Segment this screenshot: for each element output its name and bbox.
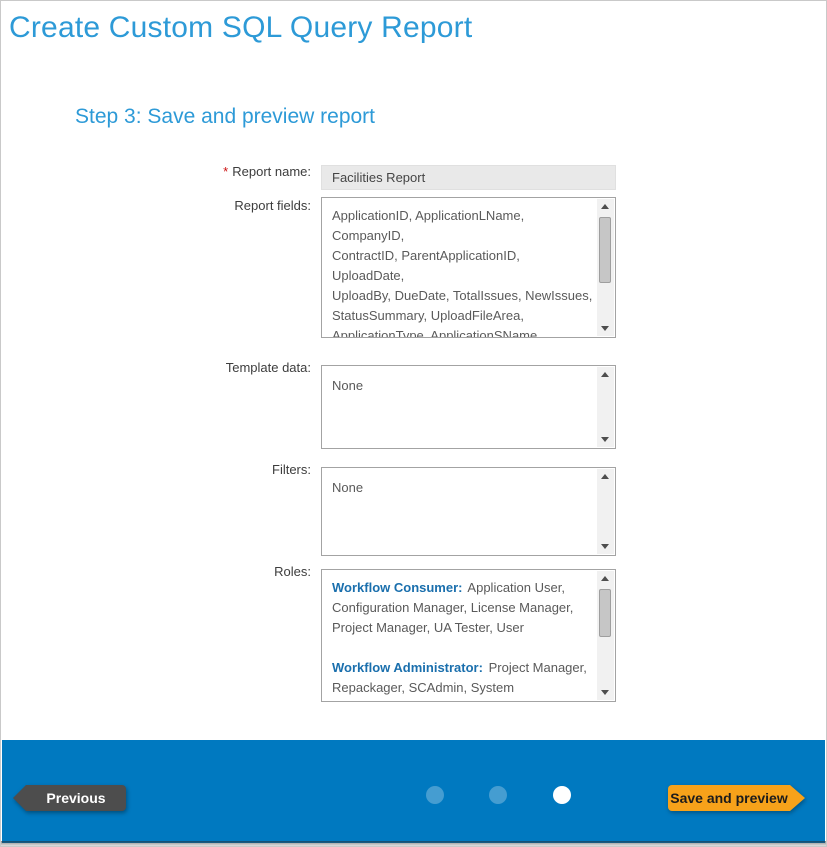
scroll-down-icon[interactable] [597, 538, 614, 554]
scrollbar-thumb[interactable] [599, 217, 611, 283]
roles-box[interactable]: Workflow Consumer: Application User, Con… [321, 569, 616, 702]
scroll-down-icon[interactable] [597, 320, 614, 336]
report-name-label: *Report name: [1, 164, 311, 179]
scroll-up-icon[interactable] [597, 571, 614, 587]
save-and-preview-button[interactable]: Save and preview [668, 785, 790, 811]
scrollbar-thumb[interactable] [599, 589, 611, 637]
template-data-box[interactable]: None [321, 365, 616, 449]
previous-button[interactable]: Previous [26, 785, 126, 811]
scroll-up-icon[interactable] [597, 469, 614, 485]
step-dot-1 [426, 786, 444, 804]
roles-label: Roles: [1, 564, 311, 579]
scrollbar[interactable] [597, 571, 614, 700]
role-group: Workflow Consumer: Application User, Con… [332, 578, 594, 638]
step-dot-2 [489, 786, 507, 804]
scroll-up-icon[interactable] [597, 367, 614, 383]
roles-text: Workflow Consumer: Application User, Con… [322, 570, 598, 701]
step-indicator [426, 786, 571, 804]
role-group-name: Workflow Administrator [332, 660, 479, 675]
report-name-input[interactable] [321, 165, 616, 190]
step-dot-3 [553, 786, 571, 804]
scrollbar[interactable] [597, 199, 614, 336]
filters-box[interactable]: None [321, 467, 616, 556]
footer-bar: Previous Save and preview [2, 740, 825, 843]
scroll-down-icon[interactable] [597, 431, 614, 447]
report-fields-text: ApplicationID, ApplicationLName, Company… [322, 198, 598, 337]
page-bottom-shadow [1, 841, 826, 846]
scroll-down-icon[interactable] [597, 684, 614, 700]
role-group: Workflow Administrator: Project Manager,… [332, 658, 594, 701]
report-fields-label: Report fields: [1, 198, 311, 213]
filters-text: None [322, 468, 598, 555]
role-group-name: Workflow Consumer [332, 580, 458, 595]
page-title: Create Custom SQL Query Report [9, 11, 472, 45]
scroll-up-icon[interactable] [597, 199, 614, 215]
scrollbar[interactable] [597, 469, 614, 554]
scrollbar[interactable] [597, 367, 614, 447]
create-report-page: Create Custom SQL Query Report Step 3: S… [0, 0, 827, 847]
report-fields-box[interactable]: ApplicationID, ApplicationLName, Company… [321, 197, 616, 338]
step-heading: Step 3: Save and preview report [75, 105, 375, 129]
filters-label: Filters: [1, 462, 311, 477]
template-data-text: None [322, 366, 598, 448]
required-marker: * [223, 164, 228, 179]
template-data-label: Template data: [1, 360, 311, 375]
